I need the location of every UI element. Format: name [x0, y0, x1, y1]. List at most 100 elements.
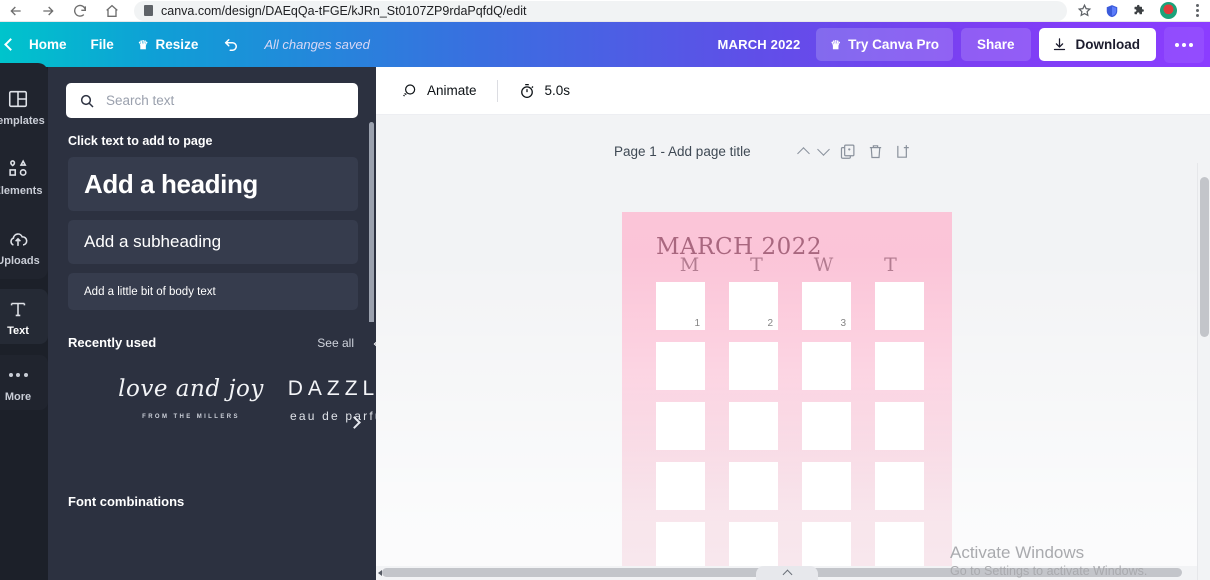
sidebar-label-uploads: Uploads	[0, 255, 40, 267]
move-up-icon[interactable]	[796, 146, 810, 160]
sidebar-item-uploads[interactable]: Uploads	[0, 219, 48, 274]
extension-shield-icon[interactable]	[1105, 3, 1119, 19]
animate-icon	[403, 83, 416, 97]
add-subheading-card[interactable]: Add a subheading	[68, 220, 358, 264]
more-dots-icon	[8, 364, 28, 386]
calendar-day-number: 2	[767, 318, 773, 329]
site-info-icon[interactable]	[144, 5, 153, 16]
sidebar-item-templates[interactable]: Templates	[0, 79, 48, 134]
canvas-vertical-scroll-thumb[interactable]	[1200, 177, 1209, 337]
home-button[interactable]: Home	[17, 30, 79, 59]
calendar-cell[interactable]	[802, 462, 851, 510]
search-box[interactable]	[66, 83, 358, 118]
add-page-icon[interactable]	[895, 143, 912, 160]
move-down-icon[interactable]	[816, 142, 830, 156]
canvas-vertical-scrollbar[interactable]	[1197, 163, 1210, 580]
font-combinations-title: Font combinations	[68, 494, 185, 509]
animate-button[interactable]: Animate	[388, 76, 489, 106]
duplicate-page-icon[interactable]	[839, 143, 856, 160]
calendar-cell[interactable]	[729, 342, 778, 390]
templates-icon	[8, 90, 28, 108]
sidebar-item-elements[interactable]: Elements	[0, 149, 48, 204]
weekday-label: M	[679, 254, 700, 276]
home-icon[interactable]	[104, 3, 120, 19]
download-button[interactable]: Download	[1038, 28, 1156, 61]
search-icon	[80, 94, 94, 108]
page-title[interactable]: Page 1 - Add page title	[614, 144, 751, 159]
calendar-cell[interactable]	[656, 342, 705, 390]
calendar-cell[interactable]	[729, 402, 778, 450]
editor-area: Animate 5.0s Page 1 - Add page title MAR…	[376, 67, 1210, 580]
calendar-cell[interactable]	[656, 402, 705, 450]
sidebar-label-more: More	[4, 391, 32, 403]
calendar-cell[interactable]: 2	[729, 282, 778, 330]
calendar-cell[interactable]	[875, 342, 924, 390]
browser-menu-icon[interactable]	[1190, 4, 1204, 17]
calendar-cell[interactable]	[656, 462, 705, 510]
profile-avatar-icon[interactable]	[1160, 2, 1177, 19]
resize-button[interactable]: ♛ Resize	[126, 30, 211, 59]
add-heading-card[interactable]: Add a heading	[68, 157, 358, 211]
calendar-cell[interactable]	[875, 522, 924, 570]
calendar-cell[interactable]	[656, 522, 705, 570]
calendar-day-number: 3	[840, 318, 846, 329]
calendar-cell[interactable]	[729, 462, 778, 510]
url-text: canva.com/design/DAEqQa-tFGE/kJRn_St0107…	[161, 3, 527, 18]
weekday-label: T	[750, 254, 763, 276]
weekday-label: T	[884, 254, 897, 276]
undo-button[interactable]	[210, 29, 252, 61]
topbar-more-button[interactable]	[1164, 26, 1204, 63]
document-title[interactable]: MARCH 2022	[717, 37, 800, 52]
calendar-cell[interactable]: 3	[802, 282, 851, 330]
calendar-cell[interactable]	[875, 402, 924, 450]
expand-pages-panel-button[interactable]	[756, 566, 818, 580]
calendar-grid: 1 2 3	[656, 282, 924, 570]
calendar-weekdays: M T W T	[656, 254, 924, 276]
font-card-sub-text: FROM THE MILLERS	[142, 414, 240, 420]
carousel-next-button[interactable]	[348, 416, 368, 436]
panel-scrollbar[interactable]	[369, 122, 374, 342]
save-status: All changes saved	[264, 37, 370, 52]
page-header: Page 1 - Add page title	[614, 139, 974, 163]
stopwatch-icon	[520, 83, 533, 98]
search-input[interactable]	[106, 93, 345, 108]
calendar-cell[interactable]	[802, 402, 851, 450]
topbar-left-group: Home File ♛ Resize All changes saved	[0, 29, 370, 61]
see-all-link[interactable]: See all	[317, 336, 354, 350]
calendar-cell[interactable]	[875, 282, 924, 330]
add-body-text-label: Add a little bit of body text	[84, 285, 216, 298]
font-card-love-and-joy[interactable]: love and joy FROM THE MILLERS	[116, 376, 266, 421]
reload-icon[interactable]	[72, 3, 88, 19]
sidebar-label-templates: Templates	[0, 115, 45, 127]
calendar-cell[interactable]: 1	[656, 282, 705, 330]
back-arrow-icon[interactable]	[8, 3, 24, 19]
add-body-text-card[interactable]: Add a little bit of body text	[68, 273, 358, 310]
duration-button[interactable]: 5.0s	[506, 76, 583, 106]
canva-topbar: Home File ♛ Resize All changes saved MAR…	[0, 22, 1210, 67]
extensions-puzzle-icon[interactable]	[1132, 3, 1147, 18]
file-menu-button[interactable]: File	[79, 30, 126, 59]
calendar-cell[interactable]	[802, 522, 851, 570]
sidebar-item-more[interactable]: More	[0, 355, 48, 410]
font-card-main-text: love and joy	[118, 376, 264, 402]
canvas-area[interactable]: Page 1 - Add page title MARCH 2022 M T W…	[376, 115, 1210, 580]
resize-label: Resize	[155, 37, 199, 52]
calendar-cell[interactable]	[875, 462, 924, 510]
weekday-label: W	[813, 254, 834, 276]
browser-toolbar: canva.com/design/DAEqQa-tFGE/kJRn_St0107…	[0, 0, 1210, 22]
try-canva-pro-label: Try Canva Pro	[848, 37, 939, 52]
calendar-cell[interactable]	[729, 522, 778, 570]
design-canvas-page[interactable]: MARCH 2022 M T W T 123	[622, 212, 952, 580]
recently-used-header: Recently used See all	[48, 319, 376, 350]
bookmark-star-icon[interactable]	[1077, 3, 1092, 18]
delete-page-icon[interactable]	[867, 143, 884, 160]
recently-used-title: Recently used	[68, 335, 157, 350]
address-bar[interactable]: canva.com/design/DAEqQa-tFGE/kJRn_St0107…	[134, 0, 1067, 21]
page-tools	[796, 142, 912, 160]
forward-arrow-icon[interactable]	[40, 3, 56, 19]
back-button[interactable]	[0, 33, 17, 56]
share-button[interactable]: Share	[960, 28, 1031, 61]
calendar-cell[interactable]	[802, 342, 851, 390]
try-canva-pro-button[interactable]: ♛ Try Canva Pro	[816, 28, 953, 61]
sidebar-item-text[interactable]: Text	[0, 289, 48, 344]
